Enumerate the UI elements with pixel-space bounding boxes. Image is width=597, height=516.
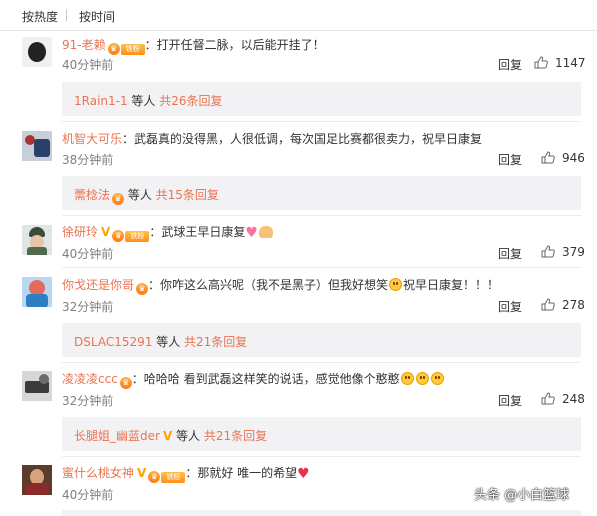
- sub-reply-count[interactable]: 共26条回复: [159, 94, 222, 108]
- avatar[interactable]: [22, 37, 52, 67]
- reply-button[interactable]: 回复: [498, 245, 522, 262]
- avatar[interactable]: [22, 465, 52, 495]
- divider: [62, 456, 581, 457]
- sort-divider: [66, 9, 67, 21]
- sub-reply-middle: 等人: [127, 94, 160, 108]
- comment-text: ：那就好 唯一的希望: [185, 466, 298, 480]
- sub-reply-user[interactable]: 1Rain1-1: [74, 94, 128, 108]
- laugh-emoji-icon: [430, 372, 444, 385]
- avatar[interactable]: [22, 225, 52, 255]
- vip-crown-icon: ♛: [112, 230, 125, 242]
- username-link[interactable]: 你戈还是你哥: [62, 278, 134, 292]
- like-count: 379: [562, 245, 585, 259]
- laugh-emoji-icon: [415, 372, 429, 385]
- like-count: 248: [562, 392, 585, 406]
- vip-crown-icon: ♛: [148, 471, 161, 483]
- vip-crown-icon: ♛: [136, 283, 149, 295]
- comment-line: 机智大可乐：武磊真的没得黑，人很低调，每次国足比赛都很卖力，祝早日康复: [62, 130, 482, 147]
- verified-v-icon: V: [101, 225, 111, 239]
- fan-badge: 铁粉: [120, 44, 145, 55]
- avatar[interactable]: [22, 131, 52, 161]
- comment-line: 蜜什么桃女神 V ♛ 铁粉 ：那就好 唯一的希望♥: [62, 464, 310, 483]
- sub-reply-middle: 等人: [152, 335, 185, 349]
- sort-by-hot-tab[interactable]: 按热度: [22, 8, 58, 25]
- comment-time: 32分钟前: [62, 394, 114, 408]
- watermark: 头条 @小白篮球: [474, 488, 570, 503]
- like-count: 946: [562, 151, 585, 165]
- sub-reply-box[interactable]: DSLAC15291 等人 共21条回复: [62, 323, 581, 357]
- verified-v-icon: V: [162, 429, 173, 443]
- sub-reply-middle: 等人: [172, 429, 204, 443]
- like-button[interactable]: 1147: [534, 56, 586, 70]
- sub-reply-count[interactable]: 共21条回复: [204, 429, 267, 443]
- comment-time: 40分钟前: [62, 58, 114, 72]
- vip-crown-icon: ♛: [112, 193, 125, 205]
- divider: [62, 121, 581, 122]
- divider: [62, 362, 581, 363]
- divider: [62, 215, 581, 216]
- comment-text: ：武球王早日康复: [149, 225, 246, 239]
- fan-badge: 铁粉: [161, 472, 186, 483]
- heart-icon: ♥: [297, 466, 310, 482]
- thumbs-up-icon: [534, 56, 548, 69]
- heart-icon: ♥: [245, 225, 258, 241]
- sub-reply-box: [62, 510, 581, 516]
- comment-text-2: 祝早日康复！！！: [403, 278, 500, 292]
- like-button[interactable]: 379: [541, 245, 585, 259]
- laugh-emoji-icon: [400, 372, 414, 385]
- verified-v-icon: V: [137, 466, 147, 480]
- sort-by-time-tab[interactable]: 按时间: [79, 8, 115, 25]
- comment-time: 32分钟前: [62, 300, 114, 314]
- thumbs-up-icon: [541, 151, 555, 164]
- like-button[interactable]: 278: [541, 298, 585, 312]
- sub-reply-middle: 等人: [124, 188, 156, 202]
- comment-time: 40分钟前: [62, 247, 114, 261]
- comment-time: 38分钟前: [62, 153, 114, 167]
- divider: [62, 267, 581, 268]
- sub-reply-count[interactable]: 共15条回复: [156, 188, 219, 202]
- like-count: 1147: [555, 56, 586, 70]
- muscle-icon: [258, 226, 273, 238]
- comment-text: ：你咋这么高兴呢（我不是黑子）但我好想笑: [148, 278, 389, 292]
- sub-reply-box[interactable]: 1Rain1-1 等人 共26条回复: [62, 82, 581, 116]
- like-button[interactable]: 946: [541, 151, 585, 165]
- sub-reply-user[interactable]: 长腿姐_幽蓝der: [74, 429, 160, 443]
- divider: [0, 30, 597, 31]
- sub-reply-user[interactable]: 薷棯法: [74, 188, 110, 202]
- sub-reply-user[interactable]: DSLAC15291: [74, 335, 152, 349]
- sub-reply-count[interactable]: 共21条回复: [184, 335, 247, 349]
- thumbs-up-icon: [541, 245, 555, 258]
- like-count: 278: [562, 298, 585, 312]
- fan-badge: 铁粉: [125, 231, 150, 242]
- vip-crown-icon: ♛: [107, 43, 120, 55]
- avatar[interactable]: [22, 371, 52, 401]
- username-link[interactable]: 徐研玲: [62, 225, 98, 239]
- username-link[interactable]: 蜜什么桃女神: [62, 466, 134, 480]
- comment-line: 91-老赖 ♛ 铁粉 ：打开任督二脉，以后能开挂了！: [62, 36, 325, 55]
- comment-text: ：哈哈哈 看到武磊这样笑的说话，感觉他像个憨憨: [131, 372, 400, 386]
- vip-crown-icon: ♛: [119, 377, 132, 389]
- comment-line: 凌凌凌ccc ♛ ：哈哈哈 看到武磊这样笑的说话，感觉他像个憨憨: [62, 370, 445, 389]
- like-button[interactable]: 248: [541, 392, 585, 406]
- reply-button[interactable]: 回复: [498, 56, 522, 73]
- thumbs-up-icon: [541, 392, 555, 405]
- reply-button[interactable]: 回复: [498, 298, 522, 315]
- sub-reply-box[interactable]: 薷棯法 ♛ 等人 共15条回复: [62, 176, 581, 210]
- comment-time: 40分钟前: [62, 488, 114, 502]
- reply-button[interactable]: 回复: [498, 151, 522, 168]
- avatar[interactable]: [22, 277, 52, 307]
- comment-line: 徐研玲 V ♛ 铁粉 ：武球王早日康复♥: [62, 223, 273, 242]
- sort-bar: 按热度 按时间: [0, 0, 597, 32]
- username-link[interactable]: 机智大可乐: [62, 132, 122, 146]
- reply-button[interactable]: 回复: [498, 392, 522, 409]
- username-link[interactable]: 91-老赖: [62, 38, 106, 52]
- comment-text: ：武磊真的没得黑，人很低调，每次国足比赛都很卖力，祝早日康复: [122, 132, 483, 146]
- sub-reply-box[interactable]: 长腿姐_幽蓝der V 等人 共21条回复: [62, 417, 581, 451]
- thumbs-up-icon: [541, 298, 555, 311]
- comment-line: 你戈还是你哥 ♛ ：你咋这么高兴呢（我不是黑子）但我好想笑 祝早日康复！！！: [62, 276, 499, 295]
- laugh-emoji-icon: [389, 278, 403, 291]
- username-link[interactable]: 凌凌凌ccc: [62, 372, 118, 386]
- comment-text: ：打开任督二脉，以后能开挂了！: [144, 38, 325, 52]
